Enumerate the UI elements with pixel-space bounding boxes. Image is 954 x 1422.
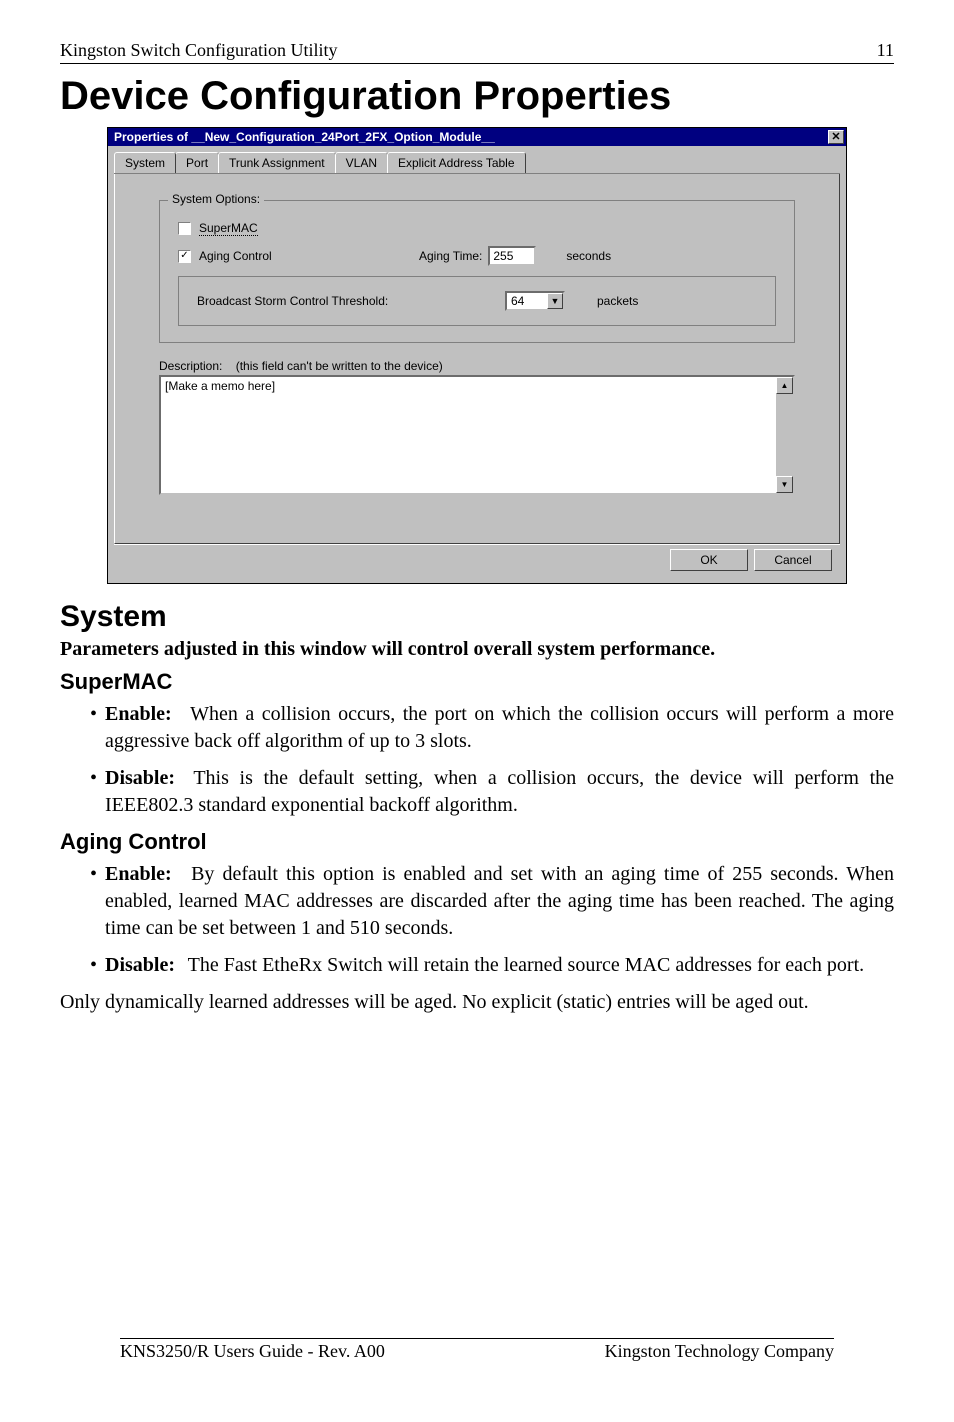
tab-trunk-assignment[interactable]: Trunk Assignment — [218, 152, 336, 173]
supermac-label: SuperMAC — [199, 221, 258, 236]
description-value: [Make a memo here] — [161, 377, 776, 493]
scroll-down-icon[interactable]: ▼ — [776, 476, 793, 493]
item-text: When a collision occurs, the port on whi… — [105, 703, 894, 752]
tab-port[interactable]: Port — [175, 152, 219, 173]
page-header: Kingston Switch Configuration Utility 11 — [60, 40, 894, 64]
dialog-title: Properties of __New_Configuration_24Port… — [114, 130, 495, 144]
scroll-up-icon[interactable]: ▲ — [776, 377, 793, 394]
description-label: Description: — [159, 359, 222, 373]
chevron-down-icon: ▼ — [547, 293, 563, 309]
close-icon: ✕ — [831, 131, 840, 143]
broadcast-threshold-label: Broadcast Storm Control Threshold: — [197, 294, 497, 308]
aging-control-label: Aging Control — [199, 249, 419, 263]
description-row: Description: (this field can't be writte… — [159, 359, 795, 373]
header-page-number: 11 — [877, 40, 894, 61]
bullet-icon: • — [90, 765, 97, 819]
footer-left: KNS3250/R Users Guide - Rev. A00 — [120, 1341, 385, 1362]
description-textarea[interactable]: [Make a memo here] ▲ ▼ — [159, 375, 795, 495]
tab-explicit-address-table[interactable]: Explicit Address Table — [387, 152, 526, 173]
description-scrollbar[interactable]: ▲ ▼ — [776, 377, 793, 493]
system-options-group: System Options: SuperMAC Aging Control A… — [159, 200, 795, 343]
aging-list: • Enable: By default this option is enab… — [60, 861, 894, 979]
properties-dialog: Properties of __New_Configuration_24Port… — [107, 127, 847, 584]
close-button[interactable]: ✕ — [828, 130, 844, 144]
tab-vlan[interactable]: VLAN — [335, 152, 388, 173]
keyword: Enable: — [105, 861, 183, 888]
item-text: This is the default setting, when a coll… — [105, 767, 894, 816]
page-footer: KNS3250/R Users Guide - Rev. A00 Kingsto… — [120, 1338, 834, 1362]
cancel-button[interactable]: Cancel — [754, 549, 832, 571]
dialog-button-row: OK Cancel — [114, 544, 840, 575]
closing-text: Only dynamically learned addresses will … — [60, 989, 894, 1016]
keyword: Enable: — [105, 701, 183, 728]
dialog-titlebar: Properties of __New_Configuration_24Port… — [108, 128, 846, 146]
tab-strip: System Port Trunk Assignment VLAN Explic… — [114, 152, 840, 174]
system-options-label: System Options: — [168, 192, 264, 206]
bullet-icon: • — [90, 952, 97, 979]
broadcast-threshold-value: 64 — [507, 294, 547, 308]
footer-right: Kingston Technology Company — [605, 1341, 834, 1362]
aging-control-heading: Aging Control — [60, 829, 894, 855]
supermac-heading: SuperMAC — [60, 669, 894, 695]
broadcast-threshold-unit: packets — [597, 294, 638, 308]
keyword: Disable: — [105, 765, 183, 792]
aging-control-row: Aging Control Aging Time: seconds — [178, 246, 776, 266]
list-item: • Enable: By default this option is enab… — [90, 861, 894, 942]
system-heading: System — [60, 600, 894, 634]
item-text: The Fast EtheRx Switch will retain the l… — [188, 954, 864, 976]
ok-button[interactable]: OK — [670, 549, 748, 571]
aging-time-input[interactable] — [488, 246, 536, 266]
bullet-icon: • — [90, 861, 97, 942]
aging-time-unit: seconds — [566, 249, 611, 263]
supermac-checkbox[interactable] — [178, 222, 191, 235]
aging-time-label: Aging Time: — [419, 249, 482, 263]
supermac-row: SuperMAC — [178, 221, 776, 236]
bullet-icon: • — [90, 701, 97, 755]
page-title: Device Configuration Properties — [60, 74, 894, 119]
header-left: Kingston Switch Configuration Utility — [60, 40, 338, 61]
keyword: Disable: — [105, 952, 183, 979]
description-hint: (this field can't be written to the devi… — [236, 359, 443, 373]
tab-system-panel: System Options: SuperMAC Aging Control A… — [114, 174, 840, 544]
tab-system[interactable]: System — [114, 152, 176, 173]
intro-text: Parameters adjusted in this window will … — [60, 638, 894, 661]
supermac-list: • Enable: When a collision occurs, the p… — [60, 701, 894, 819]
item-text: By default this option is enabled and se… — [105, 863, 894, 939]
list-item: • Disable: The Fast EtheRx Switch will r… — [90, 952, 894, 979]
list-item: • Enable: When a collision occurs, the p… — [90, 701, 894, 755]
broadcast-threshold-select[interactable]: 64 ▼ — [505, 291, 565, 311]
broadcast-threshold-row: Broadcast Storm Control Threshold: 64 ▼ … — [178, 276, 776, 326]
aging-control-checkbox[interactable] — [178, 250, 191, 263]
list-item: • Disable: This is the default setting, … — [90, 765, 894, 819]
